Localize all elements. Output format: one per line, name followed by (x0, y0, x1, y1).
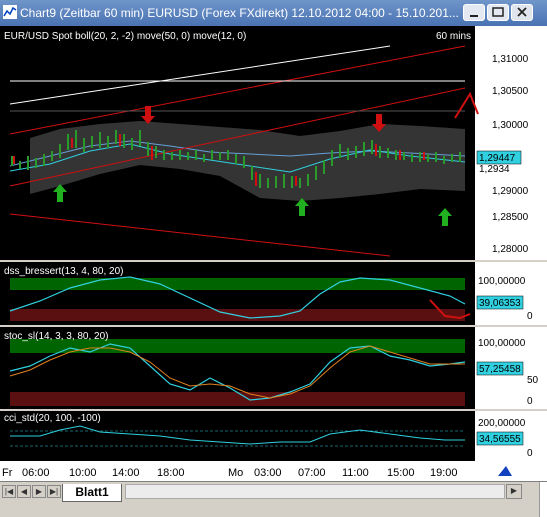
time-tick: 03:00 (254, 467, 282, 479)
time-tick: 19:00 (430, 467, 458, 479)
maximize-button[interactable] (487, 4, 509, 21)
last-price: 1,29447 (479, 153, 516, 164)
time-tick: Fr (2, 467, 13, 479)
window-edge (539, 482, 547, 517)
dss-overbought-zone (10, 278, 465, 290)
cci-tick: 0 (527, 448, 533, 459)
first-sheet-button[interactable]: |◀ (2, 485, 16, 498)
minimize-icon (470, 15, 478, 17)
horizontal-scrollbar[interactable] (125, 484, 505, 499)
stochastic-tick: 50 (527, 375, 539, 386)
stochastic-label: stoc_sl(14, 3, 3, 80, 20) (4, 331, 109, 342)
time-tick: 11:00 (342, 467, 369, 479)
dss-tick: 100,00000 (478, 276, 526, 287)
last-sheet-button[interactable]: ▶| (47, 485, 61, 498)
maximize-icon (492, 7, 504, 17)
dss-tick: 0 (527, 311, 533, 322)
cci-tick: 200,00000 (478, 418, 526, 429)
cci-value: 34,56555 (479, 434, 521, 445)
price-tick: 1,30500 (492, 86, 529, 97)
dss-value: 39,06353 (479, 298, 521, 309)
price-tick: 1,28000 (492, 244, 529, 255)
stochastic-tick: 0 (527, 396, 533, 407)
scroll-right-icon: ▶ (510, 486, 518, 495)
time-tick: 14:00 (112, 467, 140, 479)
time-tick: 18:00 (157, 467, 185, 479)
scroll-right-button[interactable]: ▶ (506, 484, 522, 499)
prev-icon: ◀ (20, 487, 28, 496)
chart-app-icon (3, 5, 17, 19)
window-title: Chart9 (Zeitbar 60 min) EURUSD (Forex FX… (20, 6, 459, 20)
sheet-tab-bar: |◀ ◀ ▶ ▶| Blatt1 ▶ (0, 481, 547, 517)
time-tick: 07:00 (298, 467, 326, 479)
price-panel-header: EUR/USD Spot boll(20, 2, -2) move(50, 0)… (4, 31, 246, 42)
stochastic-oversold-zone (10, 392, 465, 406)
close-icon (517, 7, 527, 17)
close-button[interactable] (511, 4, 533, 21)
price-tick: 1,29000 (492, 186, 529, 197)
first-icon: |◀ (4, 487, 14, 496)
cci-label: cci_std(20, 100, -100) (4, 413, 101, 424)
next-icon: ▶ (35, 487, 43, 496)
second-price: 1,2934 (479, 164, 510, 175)
price-tick: 1,30000 (492, 120, 529, 131)
stochastic-value: 57,25458 (479, 364, 521, 375)
stochastic-tick: 100,00000 (478, 338, 526, 349)
prev-sheet-button[interactable]: ◀ (17, 485, 31, 498)
price-tick: 1,31000 (492, 54, 529, 65)
time-tick: 15:00 (387, 467, 415, 479)
timeframe-label: 60 mins (436, 31, 471, 42)
time-tick: Mo (228, 467, 243, 479)
price-tick: 1,28500 (492, 212, 529, 223)
dss-axis (475, 262, 547, 325)
chart-canvas[interactable]: EUR/USD Spot boll(20, 2, -2) move(50, 0)… (0, 26, 547, 481)
chart-area[interactable]: EUR/USD Spot boll(20, 2, -2) move(50, 0)… (0, 26, 547, 481)
dss-label: dss_bressert(13, 4, 80, 20) (4, 266, 124, 277)
sheet-tab-blatt1[interactable]: Blatt1 (62, 484, 122, 502)
next-sheet-button[interactable]: ▶ (32, 485, 46, 498)
title-bar: Chart9 (Zeitbar 60 min) EURUSD (Forex FX… (0, 0, 547, 26)
time-tick: 06:00 (22, 467, 50, 479)
last-icon: ▶| (49, 487, 59, 496)
minimize-button[interactable] (463, 4, 485, 21)
time-tick: 10:00 (69, 467, 97, 479)
